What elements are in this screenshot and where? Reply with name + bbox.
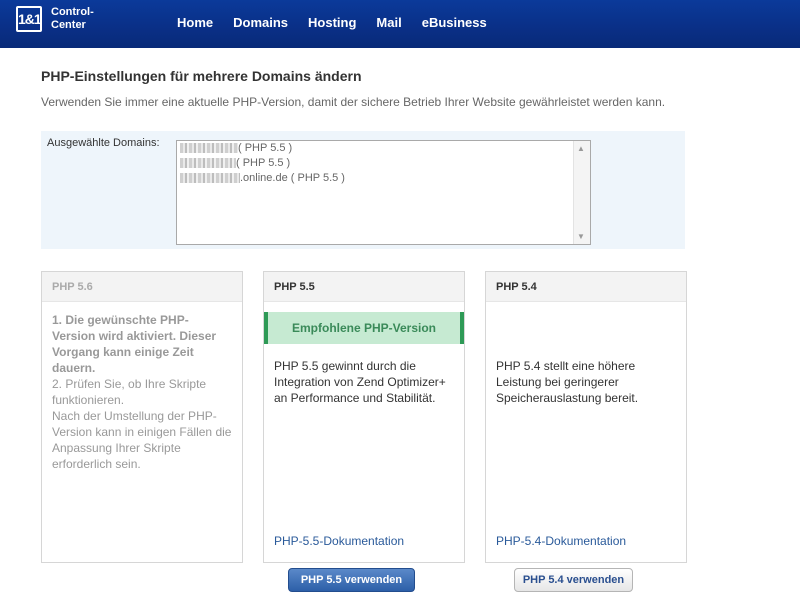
php-55-doc-link[interactable]: PHP-5.5-Dokumentation: [274, 534, 404, 548]
nav-domains[interactable]: Domains: [233, 15, 288, 30]
nav-mail[interactable]: Mail: [376, 15, 401, 30]
activation-step: 1. Die gewünschte PHP-Version wird aktiv…: [52, 313, 217, 375]
use-php-54-button[interactable]: PHP 5.4 verwenden: [514, 568, 633, 592]
card-title: PHP 5.6: [42, 272, 242, 302]
card-description: PHP 5.5 gewinnt durch die Integration vo…: [274, 359, 446, 405]
use-php-55-button[interactable]: PHP 5.5 verwenden: [288, 568, 415, 592]
check-step: 2. Prüfen Sie, ob Ihre Skripte funktioni…: [52, 377, 232, 471]
scroll-down-icon[interactable]: ▼: [577, 232, 585, 241]
selected-domains-label: Ausgewählte Domains:: [47, 137, 160, 149]
php-54-doc-link[interactable]: PHP-5.4-Dokumentation: [496, 534, 626, 548]
domain-item-php: ( PHP 5.5 ): [236, 157, 291, 169]
redacted-domain-name: [180, 143, 238, 154]
card-title: PHP 5.5: [264, 272, 464, 302]
top-navigation-bar: 1&1 Control- Center Home Domains Hosting…: [0, 0, 800, 48]
scroll-up-icon[interactable]: ▲: [577, 144, 585, 153]
domain-item-php: ( PHP 5.5 ): [238, 142, 293, 154]
main-nav: Home Domains Hosting Mail eBusiness: [177, 15, 507, 30]
listbox-scrollbar[interactable]: ▲ ▼: [573, 141, 590, 244]
php-56-card: PHP 5.6 1. Die gewünschte PHP-Version wi…: [41, 271, 243, 563]
brand-logo[interactable]: 1&1: [16, 6, 42, 32]
page-title: PHP-Einstellungen für mehrere Domains än…: [41, 68, 362, 84]
redacted-domain-name: [180, 158, 236, 169]
card-body: 1. Die gewünschte PHP-Version wird aktiv…: [42, 302, 242, 482]
control-center-label[interactable]: Control- Center: [51, 6, 121, 32]
page-subtitle: Verwenden Sie immer eine aktuelle PHP-Ve…: [41, 95, 666, 109]
selected-domains-listbox[interactable]: ( PHP 5.5 ) ( PHP 5.5 ) .online.de ( PHP…: [176, 140, 591, 245]
domain-item-php: .online.de ( PHP 5.5 ): [240, 172, 345, 184]
php-55-card[interactable]: PHP 5.5 Empfohlene PHP-Version PHP 5.5 g…: [263, 271, 465, 563]
domain-item[interactable]: ( PHP 5.5 ): [177, 141, 590, 156]
logo-text: Control- Center: [51, 6, 94, 31]
selected-domains-panel: Ausgewählte Domains: ( PHP 5.5 ) ( PHP 5…: [41, 131, 685, 249]
card-title: PHP 5.4: [486, 272, 686, 302]
card-description: PHP 5.4 stellt eine höhere Leistung bei …: [496, 359, 639, 405]
php-54-card[interactable]: PHP 5.4 PHP 5.4 stellt eine höhere Leist…: [485, 271, 687, 563]
nav-ebusiness[interactable]: eBusiness: [422, 15, 487, 30]
nav-home[interactable]: Home: [177, 15, 213, 30]
domain-item[interactable]: ( PHP 5.5 ): [177, 156, 590, 171]
recommended-badge: Empfohlene PHP-Version: [264, 312, 464, 344]
redacted-domain-name: [180, 173, 240, 184]
domain-item[interactable]: .online.de ( PHP 5.5 ): [177, 171, 590, 186]
nav-hosting[interactable]: Hosting: [308, 15, 356, 30]
